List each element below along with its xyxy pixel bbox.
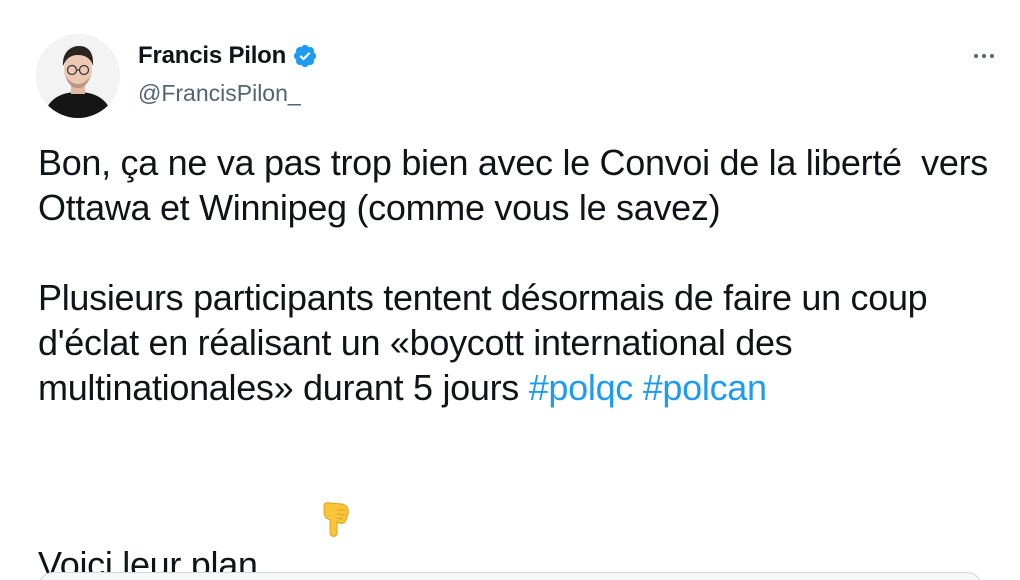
tweet-paragraph-2: Plusieurs participants tentent désormais… — [38, 275, 998, 410]
author-handle[interactable]: @FrancisPilon_ — [138, 80, 301, 107]
hashtag-polqc[interactable]: #polqc — [529, 367, 634, 408]
pointing-down-hand-icon — [260, 455, 352, 580]
hashtag-polcan[interactable]: #polcan — [643, 367, 767, 408]
tweet-paragraph-1: Bon, ça ne va pas trop bien avec le Conv… — [38, 142, 998, 228]
media-preview[interactable] — [38, 572, 982, 580]
tweet-paragraph-2-text: Plusieurs participants tentent désormais… — [38, 277, 938, 408]
more-options-button[interactable] — [966, 44, 1002, 68]
author-display-name[interactable]: Francis Pilon — [138, 42, 286, 70]
verified-badge-icon — [292, 43, 318, 69]
tweet-text: Bon, ça ne va pas trop bien avec le Conv… — [38, 140, 998, 580]
avatar[interactable] — [36, 34, 120, 118]
person-avatar-icon — [36, 34, 120, 118]
author-name-row[interactable]: Francis Pilon — [138, 42, 318, 70]
tweet-card: Francis Pilon @FrancisPilon_ Bon, ça ne … — [0, 0, 1020, 580]
more-dots-icon — [974, 54, 978, 58]
tweet-paragraph-3: Voici leur plan — [38, 455, 998, 580]
more-dot — [990, 54, 994, 58]
more-dot — [982, 54, 986, 58]
